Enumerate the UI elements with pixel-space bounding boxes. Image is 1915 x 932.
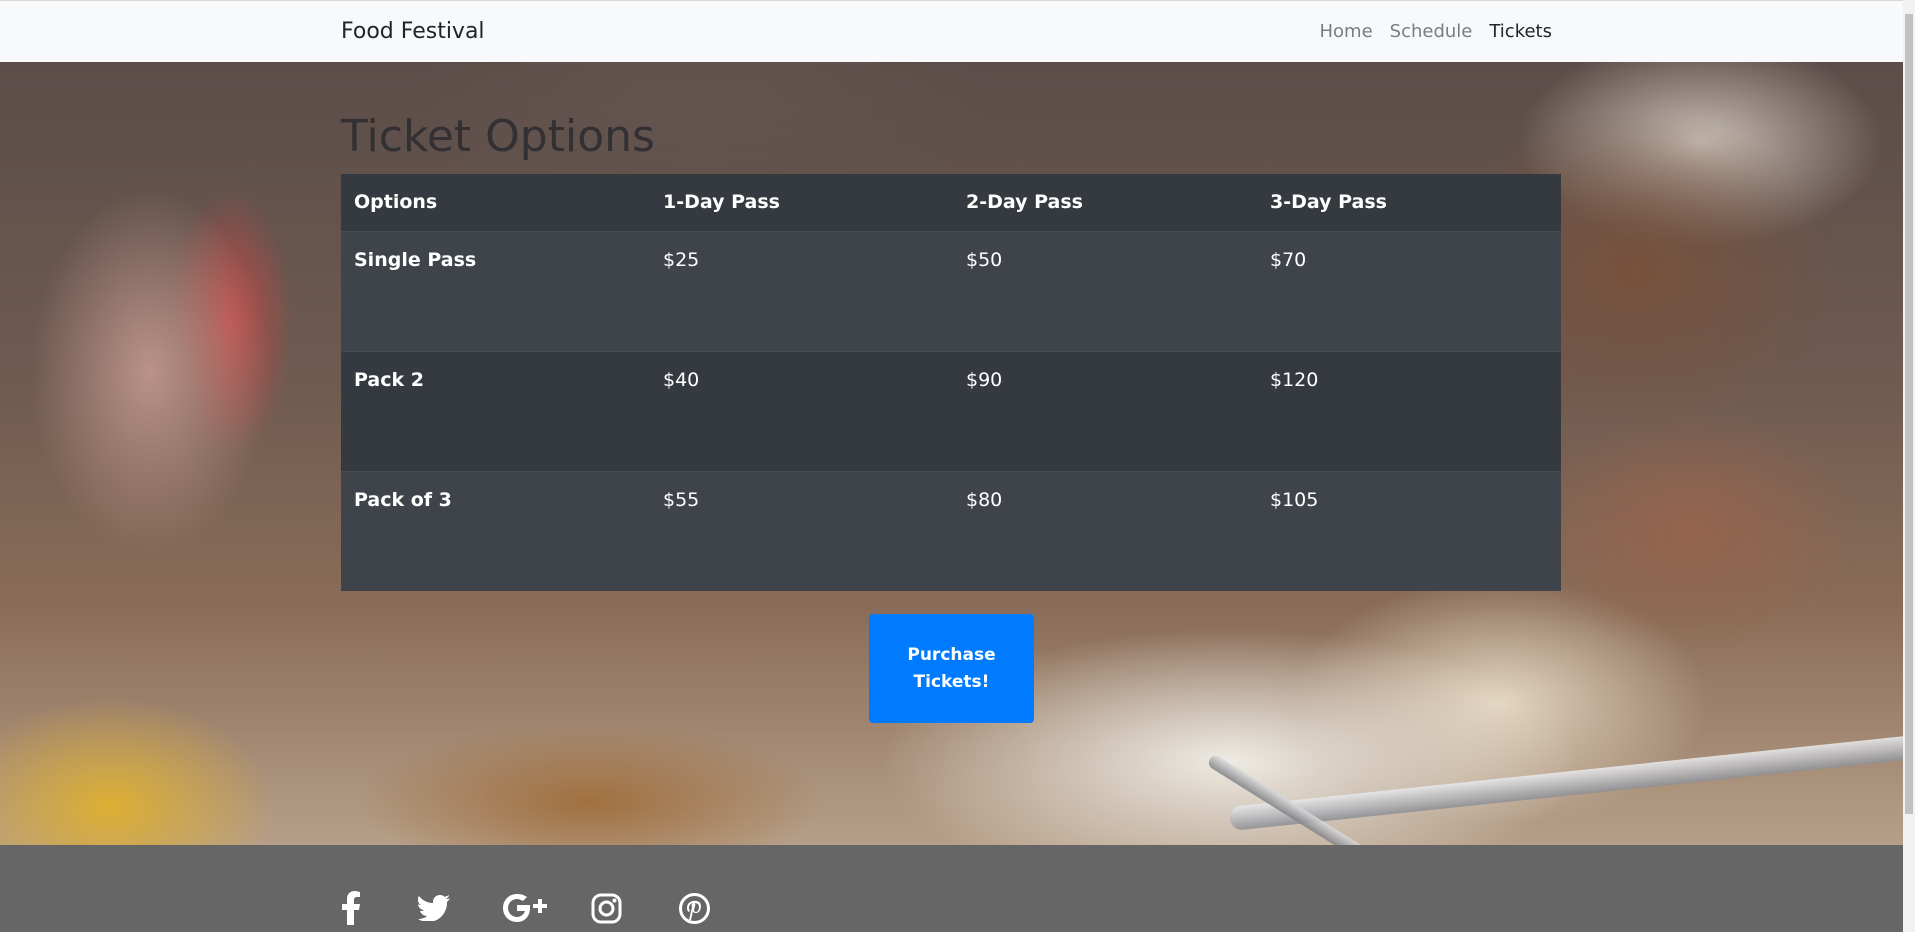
ticket-options-table: Options 1-Day Pass 2-Day Pass 3-Day Pass… xyxy=(341,174,1561,591)
table-cell: $25 xyxy=(663,248,700,271)
table-cell: $80 xyxy=(953,470,1257,591)
social-links xyxy=(338,891,710,925)
instagram-icon[interactable] xyxy=(590,893,622,924)
table-row-label: Pack 2 xyxy=(341,350,650,471)
table-row-label: Single Pass xyxy=(354,248,477,271)
nav-link-home[interactable]: Home xyxy=(1319,21,1372,42)
footer xyxy=(0,845,1903,932)
table-cell: $50 xyxy=(966,248,1003,271)
table-cell: $105 xyxy=(1257,470,1561,591)
purchase-tickets-button[interactable]: Purchase Tickets! xyxy=(869,614,1034,723)
brand-link[interactable]: Food Festival xyxy=(341,19,485,44)
table-header-cell: 3-Day Pass xyxy=(1257,174,1561,232)
vertical-scrollbar[interactable] xyxy=(1903,0,1915,932)
table-header-cell: Options xyxy=(341,174,650,232)
table-header-cell: 2-Day Pass xyxy=(953,174,1257,232)
table-cell: $120 xyxy=(1257,350,1561,471)
page-title: Ticket Options xyxy=(341,111,655,162)
table-cell: $90 xyxy=(953,350,1257,471)
nav-links: Home Schedule Tickets xyxy=(1319,21,1552,42)
navbar: Food Festival Home Schedule Tickets xyxy=(0,0,1903,62)
table-cell: $40 xyxy=(650,350,953,471)
table-row: Pack 2 $40 $90 $120 xyxy=(341,350,1561,471)
table-row: Pack of 3 $55 $80 $105 xyxy=(341,470,1561,591)
facebook-icon[interactable] xyxy=(338,891,363,925)
fork-image-detail xyxy=(1228,733,1903,831)
table-row-label: Pack of 3 xyxy=(341,470,650,591)
nav-link-schedule[interactable]: Schedule xyxy=(1390,21,1473,42)
page: Food Festival Home Schedule Tickets Tick… xyxy=(0,0,1915,932)
table-cell: $70 xyxy=(1270,248,1307,271)
scrollbar-thumb[interactable] xyxy=(1905,14,1913,814)
twitter-icon[interactable] xyxy=(417,895,451,921)
nav-link-tickets[interactable]: Tickets xyxy=(1489,21,1552,42)
table-header-cell: 1-Day Pass xyxy=(650,174,953,232)
table-cell: $55 xyxy=(650,470,953,591)
pinterest-icon[interactable] xyxy=(678,892,710,924)
table-row: Single Pass $25 $50 $70 xyxy=(341,231,1561,351)
google-plus-icon[interactable] xyxy=(502,893,550,923)
table-header-row: Options 1-Day Pass 2-Day Pass 3-Day Pass xyxy=(341,174,1561,232)
